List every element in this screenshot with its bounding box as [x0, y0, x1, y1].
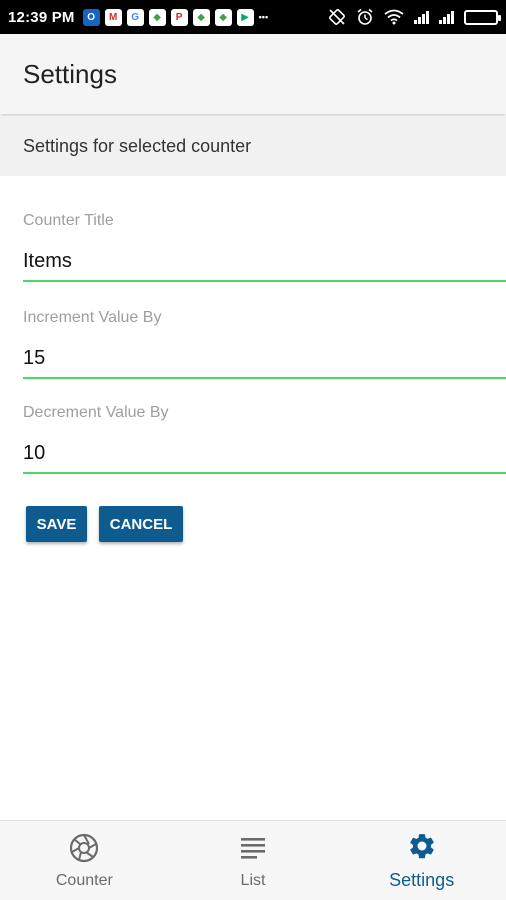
status-bar: 12:39 PM O M G ◆ P ◆ ◆ ▶ •••	[0, 0, 506, 34]
alarm-icon	[356, 8, 374, 26]
nav-label-counter: Counter	[55, 871, 113, 889]
gear-icon	[406, 830, 438, 862]
page-title: Settings	[23, 58, 117, 89]
bottom-navigation: Counter List Settings	[0, 820, 506, 900]
increment-label: Increment Value By	[23, 309, 162, 326]
signal-icon	[439, 10, 454, 24]
maps-icon: ◆	[192, 8, 210, 26]
rotate-icon	[328, 8, 346, 26]
outlook-icon: O	[82, 8, 100, 26]
cancel-button[interactable]: CANCEL	[99, 506, 183, 542]
decrement-field: Decrement Value By	[23, 404, 506, 474]
decrement-input[interactable]	[23, 434, 506, 474]
section-header: Settings for selected counter	[0, 116, 506, 176]
nav-item-counter[interactable]: Counter	[0, 821, 169, 900]
system-icons	[328, 8, 501, 26]
signal-icon	[414, 10, 429, 24]
battery-icon	[464, 9, 501, 25]
nav-item-list[interactable]: List	[169, 821, 338, 900]
play-store-icon: ▶	[236, 8, 254, 26]
google-icon: G	[126, 8, 144, 26]
nav-label-settings: Settings	[389, 870, 455, 890]
counter-title-field: Counter Title	[23, 212, 506, 282]
maps-icon: ◆	[148, 8, 166, 26]
nav-item-settings[interactable]: Settings	[337, 821, 506, 900]
counter-title-input[interactable]	[23, 242, 506, 282]
list-lines-icon	[237, 832, 269, 864]
counter-title-label: Counter Title	[23, 212, 114, 229]
status-time: 12:39 PM	[8, 8, 75, 26]
increment-input[interactable]	[23, 339, 506, 379]
decrement-label: Decrement Value By	[23, 404, 169, 421]
maps-icon: ◆	[214, 8, 232, 26]
wifi-icon	[384, 9, 404, 25]
more-dots-icon: •••	[258, 12, 269, 22]
app-bar: Settings	[0, 34, 506, 114]
notification-icons: O M G ◆ P ◆ ◆ ▶ •••	[82, 8, 269, 26]
section-header-text: Settings for selected counter	[23, 135, 252, 156]
shutter-icon	[68, 832, 100, 864]
pinterest-icon: P	[170, 8, 188, 26]
increment-field: Increment Value By	[23, 309, 506, 379]
save-button[interactable]: SAVE	[26, 506, 87, 542]
nav-label-list: List	[240, 871, 266, 889]
gmail-icon: M	[104, 8, 122, 26]
